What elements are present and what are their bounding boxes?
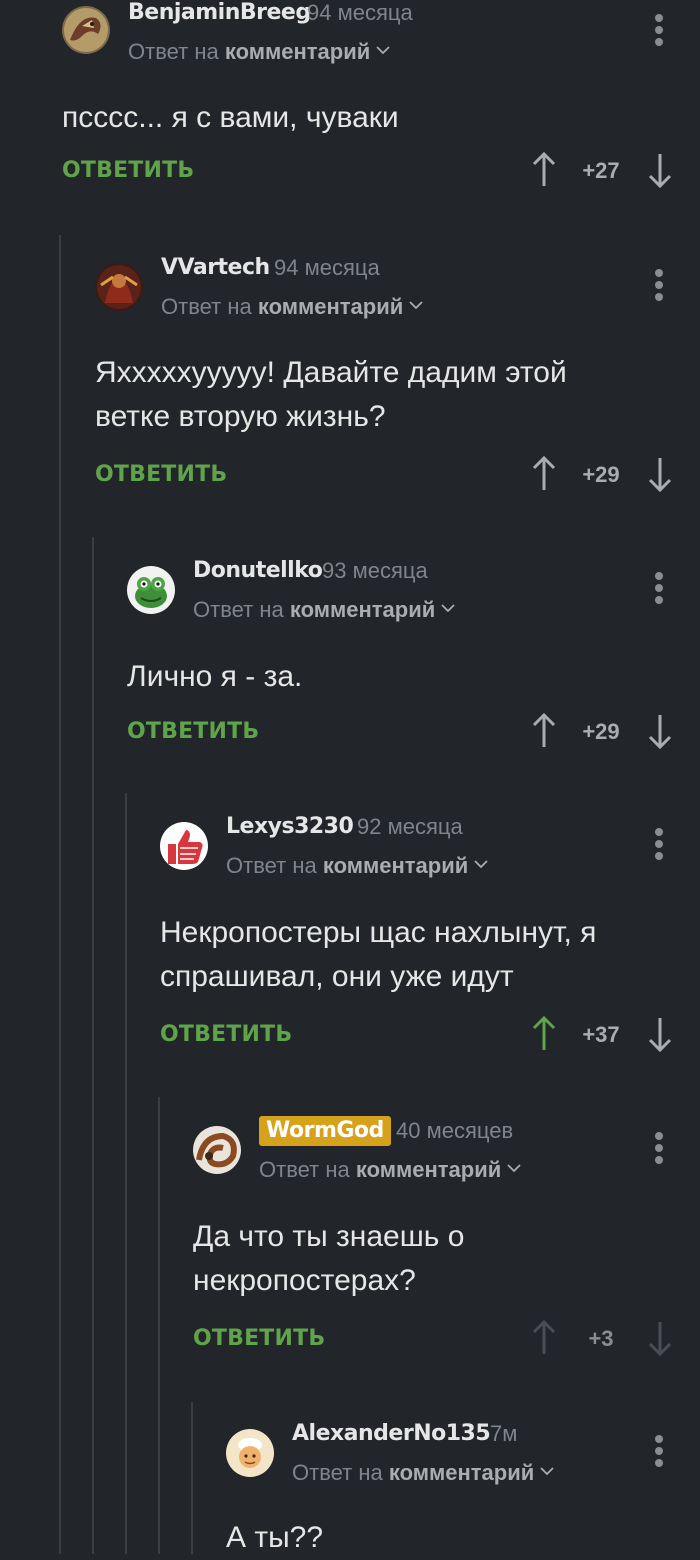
comment-text: псссс... я с вами, чуваки [62, 96, 399, 140]
reply-button[interactable]: ОТВЕТИТЬ [193, 1326, 325, 1351]
comment-text-line: спрашивал, они уже идут [160, 960, 514, 993]
upvote-arrow-icon[interactable] [532, 713, 556, 749]
vote-controls: +3 [532, 1320, 672, 1356]
downvote-arrow-icon[interactable] [648, 456, 672, 492]
author-name[interactable]: Donutellko [193, 558, 323, 583]
comment: Donutellko 93 месяца Ответ на комментари… [127, 558, 700, 768]
more-options-icon[interactable] [654, 14, 664, 46]
reply-to-link[interactable]: Ответ на комментарий [259, 1157, 521, 1183]
chevron-down-icon [441, 604, 455, 613]
author-name-badge[interactable]: WormGod [259, 1116, 391, 1146]
author-name[interactable]: BenjaminBreeg [128, 0, 311, 25]
thread-line [59, 235, 61, 1554]
score: +37 [582, 1022, 620, 1047]
comment-text-line: А ты?? [226, 1521, 324, 1554]
reply-button[interactable]: ОТВЕТИТЬ [95, 462, 227, 487]
upvote-arrow-icon[interactable] [532, 152, 556, 188]
downvote-arrow-icon[interactable] [648, 152, 672, 188]
author-name[interactable]: Lexys3230 [226, 814, 354, 839]
vote-controls: +29 [532, 456, 672, 492]
reply-to-link[interactable]: Ответ на комментарий [128, 39, 390, 65]
avatar-warrior-icon[interactable] [95, 263, 143, 311]
chevron-down-icon [409, 301, 423, 310]
upvote-arrow-icon[interactable] [532, 456, 556, 492]
vote-controls: +37 [532, 1016, 672, 1052]
author-name[interactable]: AlexanderNo135 [292, 1421, 491, 1446]
reply-to-prefix: Ответ на [259, 1157, 350, 1182]
comment-text-line: ветке вторую жизнь? [95, 400, 386, 433]
more-options-icon[interactable] [654, 269, 664, 301]
comment: BenjaminBreeg 94 месяца Ответ на коммент… [62, 0, 700, 220]
avatar-frog-icon[interactable] [127, 566, 175, 614]
chevron-down-icon [540, 1467, 554, 1476]
reply-button[interactable]: ОТВЕТИТЬ [160, 1022, 292, 1047]
reply-to-link[interactable]: Ответ на комментарий [193, 597, 455, 623]
thread-line [125, 793, 127, 1554]
reply-to-target: комментарий [388, 1460, 535, 1485]
score: +3 [588, 1326, 614, 1351]
comment-time: 93 месяца [322, 558, 428, 583]
comment-text: Некропостеры щас нахлынут, я спрашивал, … [160, 911, 596, 999]
upvote-arrow-icon[interactable] [532, 1320, 556, 1356]
upvote-arrow-icon[interactable] [532, 1016, 556, 1052]
avatar-thumbs-up-icon[interactable] [160, 822, 208, 870]
comment-text: Лично я - за. [127, 655, 302, 699]
more-options-icon[interactable] [654, 1435, 664, 1467]
reply-to-prefix: Ответ на [128, 39, 219, 64]
reply-to-target: комментарий [224, 39, 371, 64]
reply-to-prefix: Ответ на [226, 853, 317, 878]
score: +29 [582, 462, 620, 487]
score: +27 [582, 158, 620, 183]
comment: WormGod 40 месяцев Ответ на комментарий … [193, 1116, 700, 1378]
more-options-icon[interactable] [654, 1132, 664, 1164]
reply-to-prefix: Ответ на [161, 294, 252, 319]
comment: VVartech 94 месяца Ответ на комментарий … [95, 255, 700, 505]
comment-text-line: Яхххххууууу! Давайте дадим этой [95, 356, 567, 389]
reply-to-target: комментарий [257, 294, 404, 319]
downvote-arrow-icon[interactable] [648, 1016, 672, 1052]
reply-button[interactable]: ОТВЕТИТЬ [62, 158, 194, 183]
author-name[interactable]: VVartech [161, 255, 270, 280]
comment-text: Да что ты знаешь о некропостерах? [193, 1215, 464, 1303]
thread-line [191, 1402, 193, 1554]
thread-line [158, 1097, 160, 1554]
vote-controls: +29 [532, 713, 672, 749]
comment-text-line: псссс... я с вами, чуваки [62, 101, 399, 134]
comment: Lexys3230 92 месяца Ответ на комментарий… [160, 814, 700, 1074]
comment-time: 94 месяца [307, 0, 413, 25]
reply-to-target: комментарий [322, 853, 469, 878]
thread-line [92, 537, 94, 1554]
reply-to-prefix: Ответ на [292, 1460, 383, 1485]
comment-time: 7м [490, 1421, 518, 1446]
avatar-worm-icon[interactable] [193, 1126, 241, 1174]
reply-to-target: комментарий [355, 1157, 502, 1182]
downvote-arrow-icon[interactable] [648, 713, 672, 749]
avatar-chef-icon[interactable] [226, 1429, 274, 1477]
reply-to-link[interactable]: Ответ на комментарий [226, 853, 488, 879]
chevron-down-icon [507, 1164, 521, 1173]
score: +29 [582, 719, 620, 744]
comment-text-line: Некропостеры щас нахлынут, я [160, 916, 597, 949]
comment-text: Яхххххууууу! Давайте дадим этой ветке вт… [95, 351, 567, 439]
reply-button[interactable]: ОТВЕТИТЬ [127, 719, 259, 744]
comment-time: 94 месяца [274, 255, 380, 280]
chevron-down-icon [376, 46, 390, 55]
vote-controls: +27 [532, 152, 672, 188]
avatar-dragon-icon[interactable] [62, 6, 110, 54]
comment-text-line: Лично я - за. [127, 660, 303, 693]
more-options-icon[interactable] [654, 828, 664, 860]
reply-to-target: комментарий [289, 597, 436, 622]
comment-text: А ты?? [226, 1516, 323, 1560]
comment-time: 40 месяцев [396, 1118, 514, 1143]
reply-to-link[interactable]: Ответ на комментарий [161, 294, 423, 320]
reply-to-link[interactable]: Ответ на комментарий [292, 1460, 554, 1486]
chevron-down-icon [474, 860, 488, 869]
downvote-arrow-icon[interactable] [648, 1320, 672, 1356]
comment-text-line: некропостерах? [193, 1264, 416, 1297]
comment-text-line: Да что ты знаешь о [193, 1220, 465, 1253]
reply-to-prefix: Ответ на [193, 597, 284, 622]
comment-time: 92 месяца [357, 814, 463, 839]
more-options-icon[interactable] [654, 572, 664, 604]
comment: AlexanderNo135 7м Ответ на комментарий А… [226, 1421, 700, 1554]
